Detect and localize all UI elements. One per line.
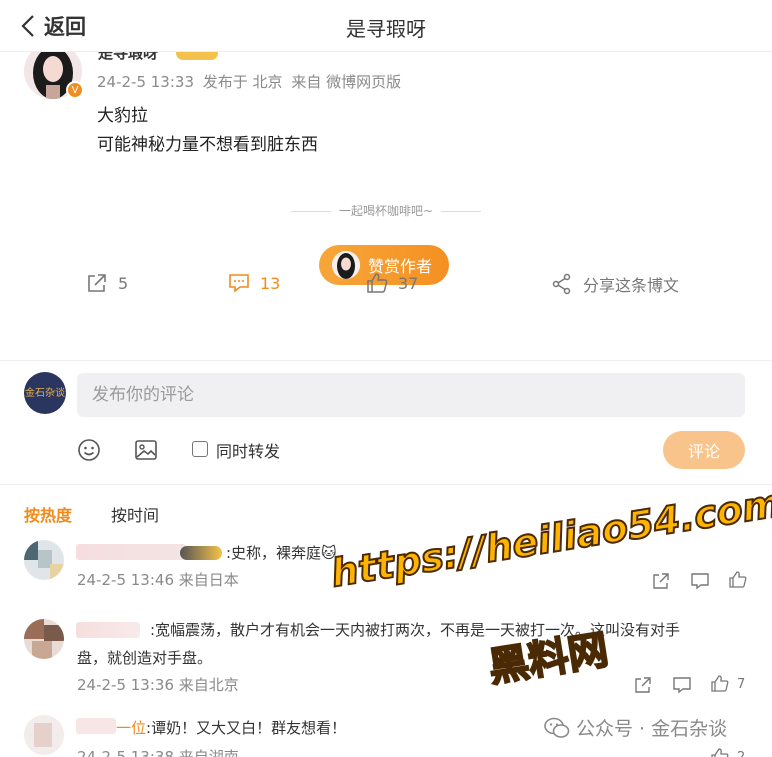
commenter-name[interactable] [76, 622, 140, 638]
comment-reply-button[interactable] [691, 572, 709, 590]
comment-time: 24-2-5 13:36 [77, 676, 174, 694]
comment-like-button[interactable]: 2 [711, 748, 745, 757]
commenter-name[interactable] [76, 544, 186, 560]
divider [0, 360, 772, 361]
share-button[interactable]: 分享这条博文 [551, 272, 679, 296]
comment-reply-button[interactable] [673, 676, 691, 694]
comment-meta: 24-2-5 13:38 来自湖南 [77, 746, 239, 757]
comment-source: 来自湖南 [178, 748, 239, 757]
comment-button[interactable]: 13 [228, 272, 280, 294]
commenter-avatar[interactable] [24, 540, 64, 580]
comment-text-continued: 盘，就创造对手盘。 [77, 649, 213, 667]
image-icon[interactable] [134, 438, 158, 462]
comment-icon [691, 573, 709, 590]
wechat-watermark: 公众号 · 金石杂谈 [540, 712, 732, 743]
comment-like-count: 2 [737, 749, 746, 757]
post-timestamp[interactable]: 24-2-5 13:33 [97, 73, 194, 91]
forward-icon [653, 573, 669, 589]
user-avatar-text: 金石杂谈 [25, 387, 65, 399]
comment-icon [229, 274, 249, 293]
share-label: 分享这条博文 [583, 276, 680, 295]
post-text-line: 大豹拉 [97, 106, 148, 126]
comment-time: 24-2-5 13:38 [77, 748, 174, 757]
divider [0, 484, 772, 485]
post-body: 大豹拉 可能神秘力量不想看到脏东西 [97, 102, 318, 160]
reward-slogan: 一起喝杯咖啡吧~ [0, 202, 772, 219]
forward-count: 5 [118, 273, 129, 293]
thumbs-up-icon [711, 675, 729, 692]
comment-meta: 24-2-5 13:46 来自日本 [77, 569, 239, 590]
comment-body: :谭奶！又大又白！群友想看！ [146, 719, 347, 737]
top-bar: 返回 是寻瑕呀 [0, 0, 772, 52]
like-count: 37 [398, 273, 419, 293]
thumbs-up-icon [729, 571, 747, 588]
comment-icon [673, 677, 691, 694]
forward-checkbox[interactable] [192, 441, 208, 457]
post-source: 来自 微博网页版 [291, 73, 402, 91]
commenter-avatar[interactable] [24, 619, 64, 659]
comment-time: 24-2-5 13:46 [77, 571, 174, 589]
wechat-icon [544, 717, 570, 738]
post-meta: 24-2-5 13:33 发布于 北京 来自 微博网页版 [97, 71, 405, 92]
tab-sort-time[interactable]: 按时间 [111, 502, 159, 526]
comment-like-count: 7 [737, 676, 746, 692]
post-location: 发布于 北京 [202, 73, 283, 91]
comment-text: 一位:谭奶！又大又白！群友想看！ [116, 714, 516, 742]
share-icon [552, 273, 571, 295]
submit-comment-button[interactable]: 评论 [663, 431, 745, 469]
forward-icon [88, 274, 106, 292]
comment-like-button[interactable]: 7 [711, 675, 745, 693]
comment-count: 13 [260, 273, 281, 293]
thumbs-up-icon [367, 273, 388, 293]
comment-input[interactable] [77, 373, 745, 417]
forward-checkbox-label: 同时转发 [216, 442, 281, 461]
commenter-badge [180, 546, 222, 560]
tab-sort-hot[interactable]: 按热度 [24, 502, 72, 526]
post-text-line: 可能神秘力量不想看到脏东西 [97, 135, 318, 155]
like-button[interactable]: 37 [366, 272, 418, 294]
commenter-name-visible[interactable]: 一位 [116, 719, 146, 737]
page-title: 是寻瑕呀 [346, 17, 426, 41]
wechat-watermark-text: 公众号 · 金石杂谈 [576, 718, 728, 740]
commenter-avatar[interactable] [24, 715, 64, 755]
emoji-icon[interactable] [77, 438, 101, 462]
comment-like-button[interactable] [729, 571, 747, 589]
comment-text: :宽幅震荡，散户才有机会一天内被打两次，不再是一天被打一次。这叫没有对手 [150, 621, 681, 639]
commenter-name[interactable] [76, 718, 116, 734]
forward-button[interactable]: 5 [86, 272, 128, 294]
comment-source: 来自北京 [178, 676, 239, 694]
comment-source: 来自日本 [178, 571, 239, 589]
user-avatar[interactable]: 金石杂谈 [24, 372, 66, 414]
verified-badge-icon: V [66, 81, 84, 99]
comment-meta: 24-2-5 13:36 来自北京 [77, 674, 239, 695]
comment-forward-button[interactable] [634, 676, 652, 694]
comment-forward-button[interactable] [652, 572, 670, 590]
thumbs-up-icon [711, 748, 729, 757]
post-action-bar: 5 13 37 分享这条博文 [0, 268, 772, 300]
forward-icon [635, 677, 651, 693]
